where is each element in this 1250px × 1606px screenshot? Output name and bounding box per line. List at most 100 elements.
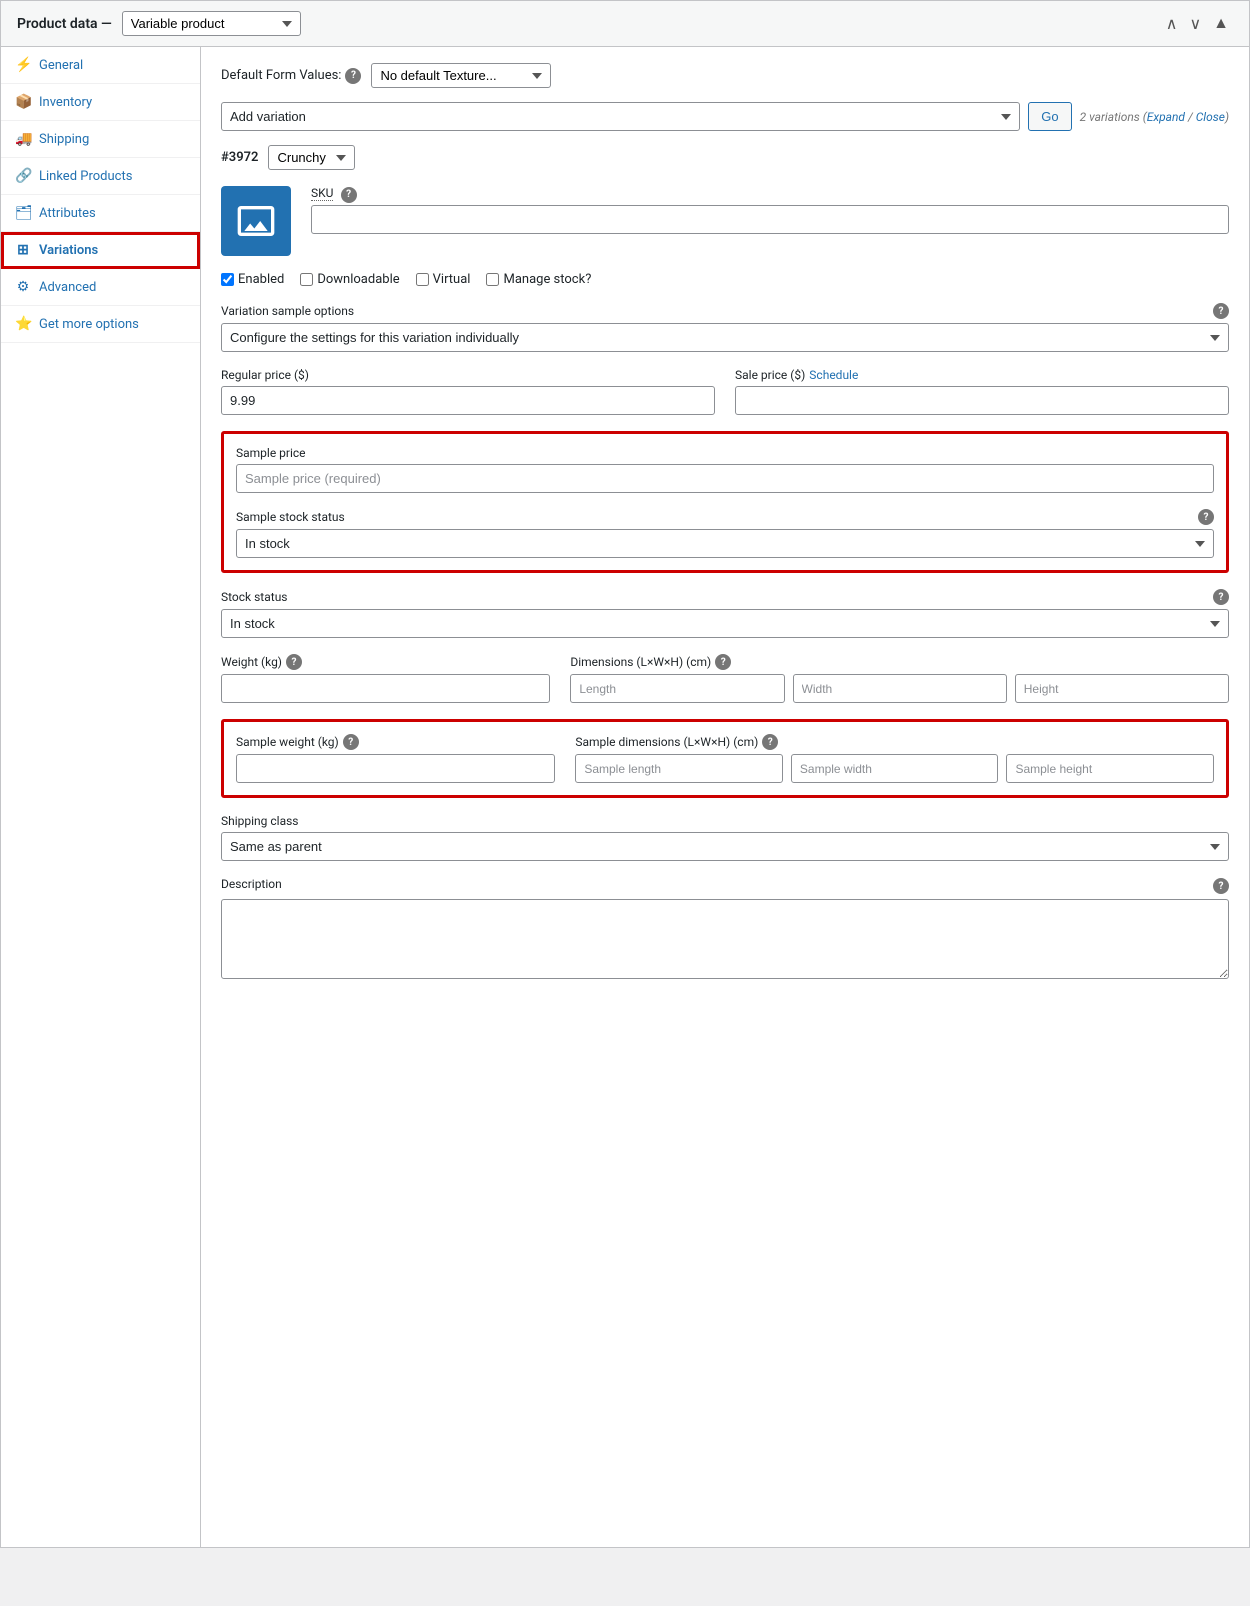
downloadable-checkbox-label[interactable]: Downloadable: [300, 272, 399, 287]
variations-info: 2 variations (Expand / Close): [1080, 110, 1229, 124]
sidebar: ⚡ General 📦 Inventory 🚚 Shipping 🔗 Linke…: [1, 47, 201, 1547]
description-textarea[interactable]: [221, 899, 1229, 979]
expand-link[interactable]: Expand: [1147, 110, 1185, 124]
checkboxes-row: Enabled Downloadable Virtual Manage stoc…: [221, 272, 1229, 287]
sidebar-item-advanced[interactable]: ⚙ Advanced: [1, 269, 200, 306]
sample-stock-label-row: Sample stock status ?: [236, 509, 1214, 525]
sidebar-item-variations-label: Variations: [39, 243, 98, 258]
height-input[interactable]: [1015, 674, 1229, 703]
product-type-select[interactable]: Variable product Simple product Grouped …: [122, 11, 301, 36]
stock-status-select[interactable]: In stock: [221, 609, 1229, 638]
sample-stock-row: Sample stock status ? In stock: [236, 509, 1214, 558]
default-form-values-row: Default Form Values: ? No default Textur…: [221, 63, 1229, 88]
regular-price-input[interactable]: [221, 386, 715, 415]
description-label: Description: [221, 877, 282, 891]
product-data-header: Product data — Variable product Simple p…: [1, 1, 1249, 47]
regular-price-label: Regular price ($): [221, 368, 715, 382]
expand-button[interactable]: ▲: [1209, 12, 1233, 36]
sidebar-item-variations[interactable]: ⊞ Variations: [1, 232, 200, 269]
sku-input[interactable]: [311, 205, 1229, 234]
sample-dimensions-inputs: [575, 754, 1214, 783]
sample-weight-dimensions-section: Sample weight (kg) ? Sample dimensions (…: [221, 719, 1229, 798]
sidebar-item-attributes-label: Attributes: [39, 206, 96, 221]
sample-dimensions-label: Sample dimensions (L×W×H) (cm) ?: [575, 734, 1214, 750]
stock-status-help-icon[interactable]: ?: [1213, 589, 1229, 605]
sample-stock-help-icon[interactable]: ?: [1198, 509, 1214, 525]
sku-label: SKU: [311, 186, 333, 201]
sample-price-row: Sample price: [236, 446, 1214, 493]
sample-height-input[interactable]: [1006, 754, 1214, 783]
sidebar-item-inventory-label: Inventory: [39, 95, 92, 110]
sidebar-item-inventory[interactable]: 📦 Inventory: [1, 84, 200, 121]
sample-dimensions-help-icon[interactable]: ?: [762, 734, 778, 750]
sidebar-item-general[interactable]: ⚡ General: [1, 47, 200, 84]
sidebar-item-shipping[interactable]: 🚚 Shipping: [1, 121, 200, 158]
sidebar-item-linked-products[interactable]: 🔗 Linked Products: [1, 158, 200, 195]
linked-products-icon: 🔗: [15, 168, 31, 184]
variation-sample-options-help-icon[interactable]: ?: [1213, 303, 1229, 319]
dimensions-col: Dimensions (L×W×H) (cm) ?: [570, 654, 1229, 703]
downloadable-checkbox[interactable]: [300, 273, 313, 286]
variation-sample-options-label: Variation sample options: [221, 304, 354, 318]
texture-select[interactable]: No default Texture...: [371, 63, 551, 88]
sale-price-input[interactable]: [735, 386, 1229, 415]
weight-input[interactable]: [221, 674, 550, 703]
description-label-row: Description ?: [221, 877, 1229, 895]
sidebar-item-get-more-options-label: Get more options: [39, 317, 139, 332]
stock-status-label-row: Stock status ?: [221, 589, 1229, 605]
virtual-checkbox-label[interactable]: Virtual: [416, 272, 471, 287]
default-form-help-icon[interactable]: ?: [345, 68, 361, 84]
sample-price-stock-section: Sample price Sample stock status ? In st…: [221, 431, 1229, 573]
add-variation-select[interactable]: Add variation: [221, 102, 1020, 131]
enabled-checkbox[interactable]: [221, 273, 234, 286]
header-arrows: ∧ ∨ ▲: [1162, 12, 1233, 36]
header-left: Product data — Variable product Simple p…: [17, 11, 301, 36]
length-input[interactable]: [570, 674, 784, 703]
regular-price-col: Regular price ($): [221, 368, 715, 415]
product-data-body: ⚡ General 📦 Inventory 🚚 Shipping 🔗 Linke…: [1, 47, 1249, 1547]
general-icon: ⚡: [15, 57, 31, 73]
close-link[interactable]: Close: [1196, 110, 1225, 124]
price-row: Regular price ($) Sale price ($) Schedul…: [221, 368, 1229, 415]
variation-sample-options-section: Variation sample options ? Configure the…: [221, 303, 1229, 352]
sample-stock-select[interactable]: In stock: [236, 529, 1214, 558]
sidebar-item-attributes[interactable]: 🗂 Attributes: [1, 195, 200, 232]
sidebar-item-get-more-options[interactable]: ⭐ Get more options: [1, 306, 200, 343]
sample-stock-label: Sample stock status: [236, 510, 345, 524]
width-input[interactable]: [793, 674, 1007, 703]
dimensions-label: Dimensions (L×W×H) (cm) ?: [570, 654, 1229, 670]
variation-sample-options-select[interactable]: Configure the settings for this variatio…: [221, 323, 1229, 352]
sample-width-input[interactable]: [791, 754, 999, 783]
collapse-up-button[interactable]: ∧: [1162, 12, 1182, 36]
sample-price-label: Sample price: [236, 446, 1214, 460]
description-help-icon[interactable]: ?: [1213, 878, 1229, 894]
manage-stock-checkbox[interactable]: [486, 273, 499, 286]
weight-help-icon[interactable]: ?: [286, 654, 302, 670]
product-data-title: Product data —: [17, 16, 112, 32]
variation-name-select[interactable]: Crunchy: [268, 145, 355, 170]
sample-dimensions-col: Sample dimensions (L×W×H) (cm) ?: [575, 734, 1214, 783]
dimensions-help-icon[interactable]: ?: [715, 654, 731, 670]
weight-col: Weight (kg) ?: [221, 654, 550, 703]
shipping-class-section: Shipping class Same as parent: [221, 814, 1229, 861]
variation-id: #3972: [221, 150, 258, 165]
virtual-checkbox[interactable]: [416, 273, 429, 286]
go-button[interactable]: Go: [1028, 102, 1071, 131]
default-form-values-label: Default Form Values: ?: [221, 68, 361, 84]
stock-status-section: Stock status ? In stock: [221, 589, 1229, 638]
sku-help-icon[interactable]: ?: [341, 187, 357, 203]
schedule-link[interactable]: Schedule: [809, 368, 858, 382]
collapse-down-button[interactable]: ∨: [1185, 12, 1205, 36]
sample-weight-help-icon[interactable]: ?: [343, 734, 359, 750]
shipping-class-select[interactable]: Same as parent: [221, 832, 1229, 861]
enabled-checkbox-label[interactable]: Enabled: [221, 272, 284, 287]
manage-stock-checkbox-label[interactable]: Manage stock?: [486, 272, 591, 287]
sample-weight-input[interactable]: [236, 754, 555, 783]
image-sku-row: SKU ?: [221, 186, 1229, 256]
content-area: Default Form Values: ? No default Textur…: [201, 47, 1249, 1547]
sidebar-item-advanced-label: Advanced: [39, 280, 96, 295]
attributes-icon: 🗂: [15, 205, 31, 221]
sample-length-input[interactable]: [575, 754, 783, 783]
sample-price-input[interactable]: [236, 464, 1214, 493]
variation-image-button[interactable]: [221, 186, 291, 256]
